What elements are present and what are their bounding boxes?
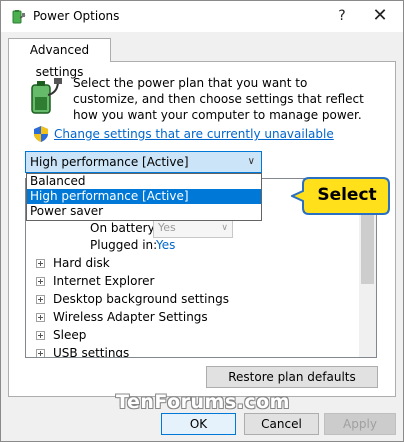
chevron-down-icon: ∨ [247,156,255,167]
tree-item-hard-disk[interactable]: Hard disk [36,254,110,272]
ok-button[interactable]: OK [161,413,236,435]
uac-shield-icon [34,126,48,142]
on-battery-value: Yes [158,221,176,234]
tree-item-sleep[interactable]: Sleep [36,326,86,344]
power-options-window: Power Options ? ✕ Advanced settings Sele… [0,0,404,442]
expand-icon[interactable] [36,295,45,304]
option-balanced[interactable]: Balanced [27,174,261,189]
power-options-icon [12,10,26,24]
cancel-button[interactable]: Cancel [244,413,319,435]
window-title: Power Options [33,9,120,23]
close-button[interactable]: ✕ [357,1,403,32]
expand-icon[interactable] [36,277,45,286]
on-battery-label: On battery: [90,221,158,235]
expand-icon[interactable] [36,313,45,322]
tree-item-wireless-adapter[interactable]: Wireless Adapter Settings [36,308,208,326]
power-plan-select[interactable]: High performance [Active] ∨ [25,151,262,173]
plan-description: Select the power plan that you want to c… [73,76,364,122]
change-settings-link[interactable]: Change settings that are currently unava… [54,127,334,141]
tree-item-desktop-background[interactable]: Desktop background settings [36,290,229,308]
plugged-in-label: Plugged in: [90,238,158,252]
on-battery-select: Yes ∨ [153,218,233,238]
tab-advanced-settings[interactable]: Advanced settings [8,38,111,79]
title-bar[interactable]: Power Options ? ✕ [1,1,403,32]
expand-icon[interactable] [36,259,45,268]
chevron-down-icon: ∨ [221,223,228,233]
expand-icon[interactable] [36,349,45,357]
help-button[interactable]: ? [327,1,357,32]
restore-defaults-button[interactable]: Restore plan defaults [206,366,378,388]
watermark: TenForums.com [116,391,290,413]
option-power-saver[interactable]: Power saver [27,204,261,219]
power-plan-dropdown-list: Balanced High performance [Active] Power… [26,173,262,221]
tree-item-usb-settings[interactable]: USB settings [36,344,129,357]
callout-text: Select [317,185,377,205]
option-high-performance[interactable]: High performance [Active] [27,189,261,204]
apply-button: Apply [324,413,396,435]
expand-icon[interactable] [36,331,45,340]
power-plan-select-value: High performance [Active] [30,155,189,169]
battery-plug-icon [31,78,62,114]
plugged-in-value[interactable]: Yes [156,238,175,252]
tree-item-internet-explorer[interactable]: Internet Explorer [36,272,154,290]
